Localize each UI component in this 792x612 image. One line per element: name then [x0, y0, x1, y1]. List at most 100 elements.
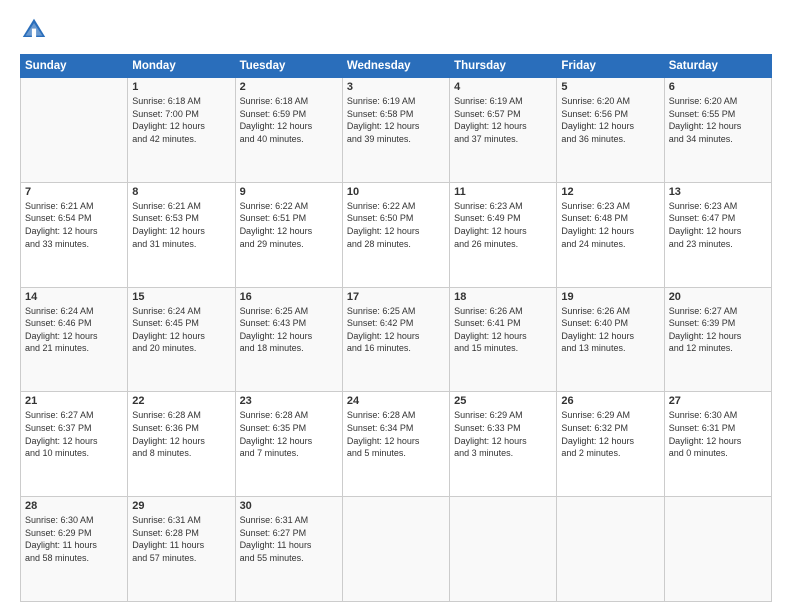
day-info: Sunrise: 6:22 AM Sunset: 6:50 PM Dayligh… — [347, 200, 445, 250]
calendar-cell — [450, 497, 557, 602]
calendar-cell — [342, 497, 449, 602]
calendar-cell: 18 Sunrise: 6:26 AM Sunset: 6:41 PM Dayli… — [450, 287, 557, 392]
day-info: Sunrise: 6:21 AM Sunset: 6:54 PM Dayligh… — [25, 200, 123, 250]
day-info: Sunrise: 6:25 AM Sunset: 6:43 PM Dayligh… — [240, 305, 338, 355]
day-info: Sunrise: 6:28 AM Sunset: 6:36 PM Dayligh… — [132, 409, 230, 459]
day-number: 15 — [132, 291, 230, 303]
day-info: Sunrise: 6:24 AM Sunset: 6:45 PM Dayligh… — [132, 305, 230, 355]
calendar-cell: 4 Sunrise: 6:19 AM Sunset: 6:57 PM Daylig… — [450, 78, 557, 183]
day-number: 28 — [25, 500, 123, 512]
day-number: 6 — [669, 81, 767, 93]
calendar-week-row: 14 Sunrise: 6:24 AM Sunset: 6:46 PM Dayli… — [21, 287, 772, 392]
day-info: Sunrise: 6:18 AM Sunset: 7:00 PM Dayligh… — [132, 95, 230, 145]
calendar-cell: 5Sunrise: 6:20 AM Sunset: 6:56 PM Daylig… — [557, 78, 664, 183]
weekday-header: Wednesday — [342, 55, 449, 78]
calendar-cell: 26Sunrise: 6:29 AM Sunset: 6:32 PM Dayli… — [557, 392, 664, 497]
weekday-header: Friday — [557, 55, 664, 78]
day-info: Sunrise: 6:30 AM Sunset: 6:29 PM Dayligh… — [25, 514, 123, 564]
calendar-cell: 24 Sunrise: 6:28 AM Sunset: 6:34 PM Dayli… — [342, 392, 449, 497]
day-number: 13 — [669, 186, 767, 198]
calendar-cell: 29 Sunrise: 6:31 AM Sunset: 6:28 PM Dayli… — [128, 497, 235, 602]
day-info: Sunrise: 6:19 AM Sunset: 6:57 PM Dayligh… — [454, 95, 552, 145]
day-info: Sunrise: 6:19 AM Sunset: 6:58 PM Dayligh… — [347, 95, 445, 145]
calendar-cell: 27 Sunrise: 6:30 AM Sunset: 6:31 PM Dayli… — [664, 392, 771, 497]
calendar-cell: 14 Sunrise: 6:24 AM Sunset: 6:46 PM Dayli… — [21, 287, 128, 392]
calendar-cell: 23 Sunrise: 6:28 AM Sunset: 6:35 PM Dayli… — [235, 392, 342, 497]
calendar-cell: 21Sunrise: 6:27 AM Sunset: 6:37 PM Dayli… — [21, 392, 128, 497]
day-number: 29 — [132, 500, 230, 512]
day-number: 17 — [347, 291, 445, 303]
calendar-cell: 16 Sunrise: 6:25 AM Sunset: 6:43 PM Dayli… — [235, 287, 342, 392]
day-info: Sunrise: 6:29 AM Sunset: 6:32 PM Dayligh… — [561, 409, 659, 459]
day-info: Sunrise: 6:24 AM Sunset: 6:46 PM Dayligh… — [25, 305, 123, 355]
day-number: 1 — [132, 81, 230, 93]
day-info: Sunrise: 6:26 AM Sunset: 6:41 PM Dayligh… — [454, 305, 552, 355]
day-number: 10 — [347, 186, 445, 198]
day-number: 8 — [132, 186, 230, 198]
calendar-cell: 28 Sunrise: 6:30 AM Sunset: 6:29 PM Dayli… — [21, 497, 128, 602]
day-number: 3 — [347, 81, 445, 93]
calendar-cell: 19 Sunrise: 6:26 AM Sunset: 6:40 PM Dayli… — [557, 287, 664, 392]
day-number: 4 — [454, 81, 552, 93]
calendar-cell: 15 Sunrise: 6:24 AM Sunset: 6:45 PM Dayli… — [128, 287, 235, 392]
page: SundayMondayTuesdayWednesdayThursdayFrid… — [0, 0, 792, 612]
day-info: Sunrise: 6:30 AM Sunset: 6:31 PM Dayligh… — [669, 409, 767, 459]
day-info: Sunrise: 6:18 AM Sunset: 6:59 PM Dayligh… — [240, 95, 338, 145]
day-number: 12 — [561, 186, 659, 198]
calendar-cell: 12 Sunrise: 6:23 AM Sunset: 6:48 PM Dayli… — [557, 182, 664, 287]
day-info: Sunrise: 6:31 AM Sunset: 6:28 PM Dayligh… — [132, 514, 230, 564]
calendar-cell — [557, 497, 664, 602]
weekday-header: Sunday — [21, 55, 128, 78]
day-number: 18 — [454, 291, 552, 303]
day-info: Sunrise: 6:25 AM Sunset: 6:42 PM Dayligh… — [347, 305, 445, 355]
day-info: Sunrise: 6:28 AM Sunset: 6:34 PM Dayligh… — [347, 409, 445, 459]
weekday-header: Saturday — [664, 55, 771, 78]
day-number: 27 — [669, 395, 767, 407]
day-number: 2 — [240, 81, 338, 93]
calendar-cell: 10 Sunrise: 6:22 AM Sunset: 6:50 PM Dayli… — [342, 182, 449, 287]
weekday-header: Monday — [128, 55, 235, 78]
day-number: 22 — [132, 395, 230, 407]
logo-icon — [20, 16, 48, 44]
calendar-cell: 3 Sunrise: 6:19 AM Sunset: 6:58 PM Daylig… — [342, 78, 449, 183]
day-number: 11 — [454, 186, 552, 198]
calendar-cell: 20Sunrise: 6:27 AM Sunset: 6:39 PM Dayli… — [664, 287, 771, 392]
calendar-cell: 22 Sunrise: 6:28 AM Sunset: 6:36 PM Dayli… — [128, 392, 235, 497]
calendar-cell: 9Sunrise: 6:22 AM Sunset: 6:51 PM Daylig… — [235, 182, 342, 287]
day-info: Sunrise: 6:20 AM Sunset: 6:55 PM Dayligh… — [669, 95, 767, 145]
calendar-cell: 8 Sunrise: 6:21 AM Sunset: 6:53 PM Daylig… — [128, 182, 235, 287]
weekday-header: Thursday — [450, 55, 557, 78]
day-info: Sunrise: 6:27 AM Sunset: 6:37 PM Dayligh… — [25, 409, 123, 459]
day-number: 30 — [240, 500, 338, 512]
weekday-header: Tuesday — [235, 55, 342, 78]
header — [20, 16, 772, 44]
logo — [20, 16, 50, 44]
calendar-cell: 30 Sunrise: 6:31 AM Sunset: 6:27 PM Dayli… — [235, 497, 342, 602]
calendar-week-row: 28 Sunrise: 6:30 AM Sunset: 6:29 PM Dayli… — [21, 497, 772, 602]
day-info: Sunrise: 6:28 AM Sunset: 6:35 PM Dayligh… — [240, 409, 338, 459]
calendar-cell: 11 Sunrise: 6:23 AM Sunset: 6:49 PM Dayli… — [450, 182, 557, 287]
calendar-cell — [664, 497, 771, 602]
day-info: Sunrise: 6:31 AM Sunset: 6:27 PM Dayligh… — [240, 514, 338, 564]
calendar-cell: 7Sunrise: 6:21 AM Sunset: 6:54 PM Daylig… — [21, 182, 128, 287]
day-number: 24 — [347, 395, 445, 407]
calendar-cell: 1 Sunrise: 6:18 AM Sunset: 7:00 PM Daylig… — [128, 78, 235, 183]
day-info: Sunrise: 6:23 AM Sunset: 6:48 PM Dayligh… — [561, 200, 659, 250]
day-info: Sunrise: 6:23 AM Sunset: 6:47 PM Dayligh… — [669, 200, 767, 250]
calendar-week-row: 1 Sunrise: 6:18 AM Sunset: 7:00 PM Daylig… — [21, 78, 772, 183]
day-number: 25 — [454, 395, 552, 407]
calendar-week-row: 7Sunrise: 6:21 AM Sunset: 6:54 PM Daylig… — [21, 182, 772, 287]
day-info: Sunrise: 6:22 AM Sunset: 6:51 PM Dayligh… — [240, 200, 338, 250]
day-number: 23 — [240, 395, 338, 407]
calendar-cell: 25Sunrise: 6:29 AM Sunset: 6:33 PM Dayli… — [450, 392, 557, 497]
calendar-cell — [21, 78, 128, 183]
calendar-week-row: 21Sunrise: 6:27 AM Sunset: 6:37 PM Dayli… — [21, 392, 772, 497]
day-info: Sunrise: 6:26 AM Sunset: 6:40 PM Dayligh… — [561, 305, 659, 355]
day-number: 14 — [25, 291, 123, 303]
day-number: 16 — [240, 291, 338, 303]
day-info: Sunrise: 6:23 AM Sunset: 6:49 PM Dayligh… — [454, 200, 552, 250]
day-number: 19 — [561, 291, 659, 303]
calendar-cell: 6 Sunrise: 6:20 AM Sunset: 6:55 PM Daylig… — [664, 78, 771, 183]
day-info: Sunrise: 6:21 AM Sunset: 6:53 PM Dayligh… — [132, 200, 230, 250]
calendar-cell: 2 Sunrise: 6:18 AM Sunset: 6:59 PM Daylig… — [235, 78, 342, 183]
